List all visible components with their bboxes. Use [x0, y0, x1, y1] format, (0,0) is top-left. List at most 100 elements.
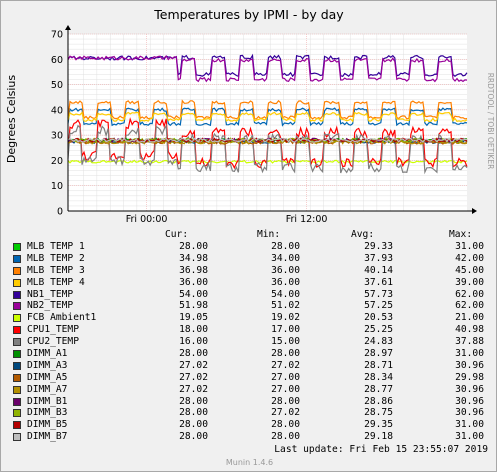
temperature-chart: Temperatures by IPMI - by day Degrees Ce… — [5, 7, 495, 225]
legend-cur: 54.00 — [179, 288, 208, 300]
legend-min: 36.00 — [271, 276, 300, 288]
legend-min: 54.00 — [271, 288, 300, 300]
legend-name: NB2_TEMP — [27, 300, 74, 312]
chart-title: Temperatures by IPMI - by day — [153, 7, 344, 22]
legend-row: CPU2_TEMP 16.00 15.00 24.83 37.88 — [13, 336, 489, 348]
legend-cur: 28.00 — [179, 407, 208, 419]
plot-area — [68, 34, 467, 211]
legend-avg: 29.35 — [364, 419, 393, 431]
legend-min: 15.00 — [271, 336, 300, 348]
legend-avg: 57.25 — [364, 300, 393, 312]
legend-cur: 51.98 — [179, 300, 208, 312]
legend-max: 31.00 — [455, 431, 484, 443]
legend-name: DIMM_A1 — [27, 348, 68, 360]
legend-name: MLB TEMP 4 — [27, 276, 85, 288]
legend-swatch — [13, 338, 21, 347]
legend-min: 34.00 — [271, 252, 300, 264]
legend-min: 28.00 — [271, 431, 300, 443]
legend-swatch — [13, 409, 21, 418]
legend-avg: 28.71 — [364, 359, 393, 371]
legend-name: DIMM_B5 — [27, 419, 68, 431]
legend-max: 31.00 — [455, 348, 484, 360]
legend-name: MLB TEMP 2 — [27, 252, 85, 264]
header-min: Min: — [257, 229, 281, 240]
legend-row: DIMM_B1 28.00 28.00 28.86 30.96 — [13, 396, 489, 408]
legend-avg: 28.77 — [364, 383, 393, 395]
legend-max: 31.00 — [455, 419, 484, 431]
legend-name: FCB Ambient1 — [27, 312, 97, 324]
legend-swatch — [13, 373, 21, 382]
legend-avg: 29.33 — [364, 241, 393, 252]
legend-min: 36.00 — [271, 264, 300, 276]
legend-min: 28.00 — [271, 241, 300, 252]
legend-row: FCB Ambient1 19.05 19.02 20.53 21.00 — [13, 312, 489, 324]
legend-min: 19.02 — [271, 312, 300, 324]
legend-name: MLB TEMP 3 — [27, 264, 85, 276]
legend-avg: 20.53 — [364, 312, 393, 324]
legend-name: CPU2_TEMP — [27, 336, 79, 348]
legend-max: 37.88 — [455, 336, 484, 348]
legend-avg: 40.14 — [364, 264, 393, 276]
y-tick-label: 0 — [57, 207, 63, 218]
legend-row: DIMM_A3 27.02 27.02 28.71 30.96 — [13, 360, 489, 372]
legend-max: 39.00 — [455, 276, 484, 288]
legend-name: CPU1_TEMP — [27, 324, 79, 336]
y-tick-label: 50 — [51, 80, 63, 91]
legend-name: DIMM_A3 — [27, 359, 68, 371]
legend-max: 30.96 — [455, 359, 484, 371]
legend-swatch — [13, 266, 21, 275]
legend-max: 40.98 — [455, 324, 484, 336]
x-tick-label: Fri 12:00 — [286, 214, 328, 225]
legend-swatch — [13, 350, 21, 359]
legend-name: DIMM_A5 — [27, 371, 68, 383]
legend-min: 27.00 — [271, 383, 300, 395]
legend-max: 29.98 — [455, 371, 484, 383]
y-tick-label: 10 — [51, 181, 63, 192]
legend-min: 27.02 — [271, 407, 300, 419]
legend-name: DIMM_B7 — [27, 431, 68, 443]
legend-swatch — [13, 385, 21, 394]
legend-swatch — [13, 421, 21, 430]
legend-row: CPU1_TEMP 18.00 17.00 25.25 40.98 — [13, 324, 489, 336]
legend-header: Cur: Min: Avg: Max: — [13, 229, 489, 241]
legend-table: MLB TEMP 1 28.00 28.00 29.33 31.00 MLB TEMP 2… — [13, 241, 489, 443]
legend-row: NB2_TEMP 51.98 51.02 57.25 62.00 — [13, 300, 489, 312]
legend-avg: 25.25 — [364, 324, 393, 336]
legend-swatch — [13, 397, 21, 406]
y-tick-label: 60 — [51, 55, 63, 66]
legend-cur: 19.05 — [179, 312, 208, 324]
legend-avg: 28.34 — [364, 371, 393, 383]
legend-row: DIMM_A1 28.00 28.00 28.97 31.00 — [13, 348, 489, 360]
legend-cur: 36.00 — [179, 276, 208, 288]
legend-name: MLB TEMP 1 — [27, 241, 85, 252]
y-tick-label: 70 — [51, 30, 63, 41]
legend-avg: 57.73 — [364, 288, 393, 300]
y-axis-label: Degrees Celsius — [5, 75, 18, 164]
legend-cur: 27.02 — [179, 383, 208, 395]
header-max: Max: — [449, 229, 473, 240]
legend-avg: 28.86 — [364, 395, 393, 407]
legend-swatch — [13, 254, 21, 263]
legend-cur: 28.00 — [179, 419, 208, 431]
legend-max: 30.96 — [455, 407, 484, 419]
legend-row: MLB TEMP 3 36.98 36.00 40.14 45.00 — [13, 265, 489, 277]
header-avg: Avg: — [351, 229, 375, 240]
legend-max: 30.96 — [455, 383, 484, 395]
header-cur: Cur: — [165, 229, 189, 240]
legend-row: DIMM_B5 28.00 28.00 29.35 31.00 — [13, 419, 489, 431]
legend-min: 27.00 — [271, 371, 300, 383]
munin-version: Munin 1.4.6 — [225, 458, 274, 467]
legend-swatch — [13, 278, 21, 287]
legend-swatch — [13, 290, 21, 299]
legend-row: DIMM_A7 27.02 27.00 28.77 30.96 — [13, 384, 489, 396]
legend-max: 62.00 — [455, 288, 484, 300]
legend-cur: 28.00 — [179, 348, 208, 360]
legend-cur: 28.00 — [179, 241, 208, 252]
legend-cur: 27.02 — [179, 371, 208, 383]
munin-graph-frame: Temperatures by IPMI - by day Degrees Ce… — [0, 0, 497, 472]
legend-min: 28.00 — [271, 419, 300, 431]
legend-swatch — [13, 361, 21, 370]
legend-row: NB1_TEMP 54.00 54.00 57.73 62.00 — [13, 289, 489, 301]
legend-cur: 36.98 — [179, 264, 208, 276]
legend-name: DIMM_A7 — [27, 383, 68, 395]
